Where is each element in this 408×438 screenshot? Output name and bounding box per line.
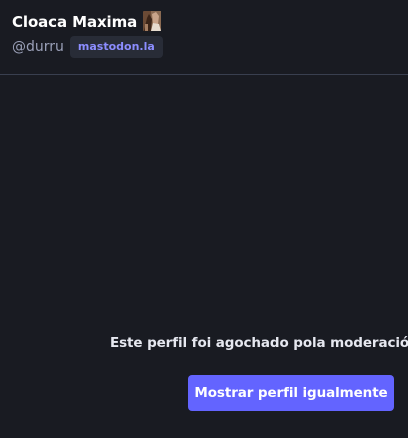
custom-emoji-icon (141, 10, 163, 32)
account-handle: @durru (12, 39, 64, 55)
moderation-message: Este perfil foi agochado pola moderación… (110, 335, 408, 351)
limited-account-notice: Este perfil foi agochado pola moderación… (0, 76, 408, 438)
display-name: Cloaca Maxima (12, 13, 138, 31)
profile-header: Cloaca Maxima @durru mastodon.la (0, 0, 408, 75)
profile-page: Cloaca Maxima @durru mastodon.la Este pe… (0, 0, 408, 438)
name-row: Cloaca Maxima (12, 11, 163, 33)
show-profile-anyway-button[interactable]: Mostrar perfil igualmente (188, 375, 394, 411)
domain-badge[interactable]: mastodon.la (69, 36, 163, 58)
handle-row: @durru mastodon.la (12, 36, 163, 58)
